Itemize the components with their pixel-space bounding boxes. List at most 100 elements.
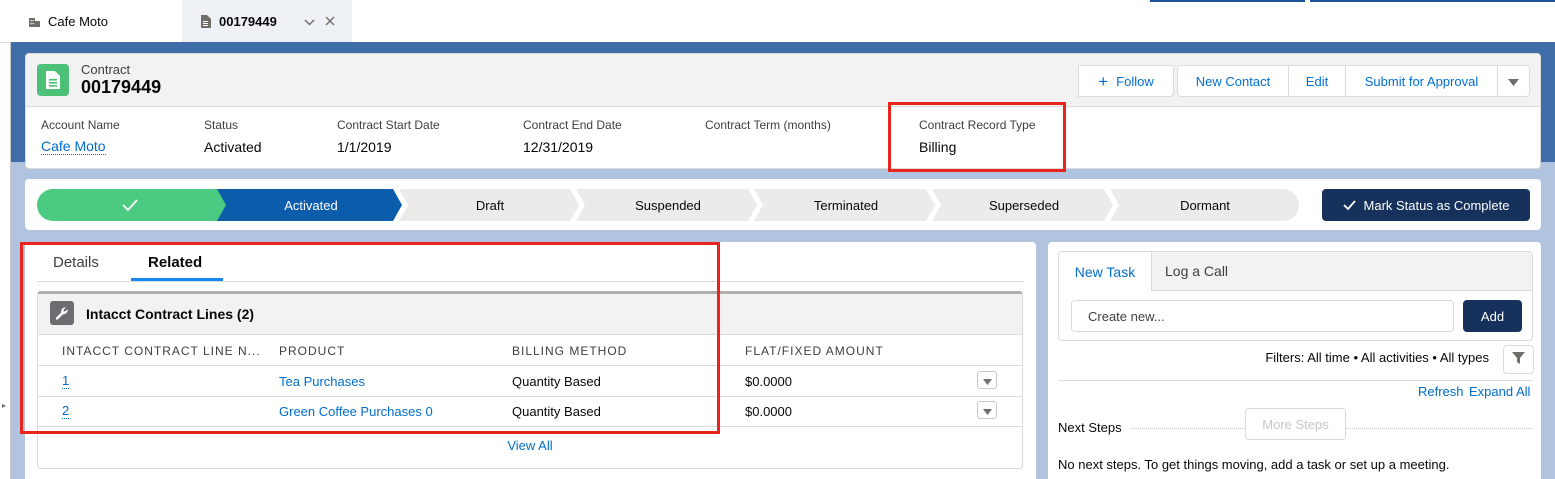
field-start-date: Contract Start Date 1/1/2019 [337,118,440,155]
more-steps-button[interactable]: More Steps [1245,408,1346,440]
field-label: Status [204,118,239,132]
edit-label: Edit [1305,73,1329,89]
check-icon [1342,200,1356,210]
chevron-down-icon [982,373,992,388]
column-header[interactable]: FLAT/FIXED AMOUNT [745,344,884,358]
tab-cafe-moto[interactable]: Cafe Moto [11,0,181,42]
field-value: 1/1/2019 [337,139,392,155]
column-header[interactable]: INTACCT CONTRACT LINE N... [62,344,261,358]
record-highlights: Contract 00179449 + Follow New Contact E… [25,53,1541,169]
close-icon[interactable] [325,14,335,29]
tab-divider [37,281,1024,282]
field-account-name: Account Name Cafe Moto [41,118,120,155]
field-value: Billing [919,139,957,155]
tab-log-a-call[interactable]: Log a Call [1165,252,1228,290]
action-button-group: New Contact Edit Submit for Approval [1177,65,1530,97]
field-value: 12/31/2019 [523,139,594,155]
related-list-header: Intacct Contract Lines (2) [38,294,1022,335]
column-header[interactable]: BILLING METHOD [512,344,627,358]
tab-label: 00179449 [219,13,277,29]
field-label: Contract End Date [523,118,622,132]
field-label: Contract Record Type [919,118,1036,132]
add-button[interactable]: Add [1463,300,1522,332]
filter-icon [1512,351,1525,368]
path-stage-suspended-label[interactable]: Suspended [581,189,755,221]
billing-method: Quantity Based [512,404,601,419]
product-link[interactable]: Green Coffee Purchases 0 [279,404,433,419]
contract-icon [37,64,69,96]
field-status: Status Activated [204,118,262,155]
billing-method: Quantity Based [512,374,601,389]
expand-all-link[interactable]: Expand All [1469,384,1530,399]
next-steps-heading: Next Steps [1058,420,1122,435]
activity-card: New Task Log a Call Create new... Add Fi… [1048,242,1541,479]
table-header: INTACCT CONTRACT LINE N... PRODUCT BILLI… [38,335,1022,366]
field-record-type: Contract Record Type Billing [919,118,1036,155]
activity-tab-bar: New Task Log a Call [1059,252,1532,291]
filter-button[interactable] [1503,345,1534,374]
path-stage-draft-label[interactable]: Draft [403,189,577,221]
workspace-tab-bar: Cafe Moto 00179449 [0,0,1555,43]
follow-button[interactable]: + Follow [1078,65,1174,97]
plus-icon: + [1098,71,1109,91]
path-stage-dormant-label[interactable]: Dormant [1115,189,1295,221]
tab-new-task[interactable]: New Task [1059,252,1152,291]
no-next-steps-message: No next steps. To get things moving, add… [1058,457,1450,472]
tab-contract[interactable]: 00179449 [182,0,352,42]
contract-line-link[interactable]: 1 [62,374,70,389]
new-contact-button[interactable]: New Contact [1177,65,1289,97]
account-icon [28,15,41,28]
create-task-input[interactable]: Create new... [1071,300,1454,332]
account-name-link[interactable]: Cafe Moto [41,139,106,155]
row-actions-button[interactable] [977,371,997,389]
more-actions-button[interactable] [1497,65,1530,97]
tab-details[interactable]: Details [53,254,99,280]
mark-status-complete-button[interactable]: Mark Status as Complete [1322,189,1530,221]
contract-line-link[interactable]: 2 [62,404,70,419]
tab-label: Cafe Moto [48,13,108,29]
table-row: 1 Tea Purchases Quantity Based $0.0000 [38,366,1022,397]
view-all-link[interactable]: View All [38,438,1022,453]
new-contact-label: New Contact [1195,73,1271,89]
status-path: Activated Draft Suspended Terminated Sup… [37,189,1299,221]
related-list-intacct-contract-lines: Intacct Contract Lines (2) INTACCT CONTR… [37,291,1023,469]
record-object-type: Contract [81,62,131,77]
record-header: Contract 00179449 + Follow New Contact E… [26,54,1540,107]
field-label: Account Name [41,118,120,132]
field-end-date: Contract End Date 12/31/2019 [523,118,622,155]
path-stage-terminated-label[interactable]: Terminated [759,189,933,221]
submit-for-approval-button[interactable]: Submit for Approval [1345,65,1498,97]
expand-panel-icon[interactable]: ▸ [2,401,6,410]
tab-accent [1150,0,1305,2]
chevron-down-icon[interactable] [304,14,315,29]
tab-accent [1310,0,1555,2]
record-title: 00179449 [81,77,162,97]
field-label: Contract Start Date [337,118,440,132]
related-list-title[interactable]: Intacct Contract Lines (2) [86,306,254,322]
tab-related[interactable]: Related [148,254,202,280]
table-row: 2 Green Coffee Purchases 0 Quantity Base… [38,396,1022,427]
follow-button-group: + Follow [1078,65,1174,97]
path-stage-activated-label[interactable]: Activated [222,189,400,221]
edit-button[interactable]: Edit [1288,65,1346,97]
activity-filters-text: Filters: All time • All activities • All… [1265,350,1489,365]
contract-icon [199,14,212,28]
status-path-card: Activated Draft Suspended Terminated Sup… [25,179,1541,230]
row-actions-button[interactable] [977,401,997,419]
wrench-icon [50,301,74,325]
follow-label: Follow [1116,73,1154,89]
activity-divider [1058,380,1533,381]
chevron-down-icon [1508,74,1519,89]
field-contract-term: Contract Term (months) [705,118,831,139]
column-header[interactable]: PRODUCT [279,344,345,358]
path-stage-superseded-label[interactable]: Superseded [937,189,1111,221]
activity-composer: New Task Log a Call Create new... Add [1058,251,1533,341]
chevron-down-icon [982,403,992,418]
active-tab-indicator [131,278,223,281]
mark-status-label: Mark Status as Complete [1363,197,1510,213]
field-value: Activated [204,139,262,155]
refresh-link[interactable]: Refresh [1418,384,1464,399]
submit-label: Submit for Approval [1364,73,1479,89]
related-card: Details Related Intacct Contract Lines (… [25,242,1036,479]
product-link[interactable]: Tea Purchases [279,374,365,389]
